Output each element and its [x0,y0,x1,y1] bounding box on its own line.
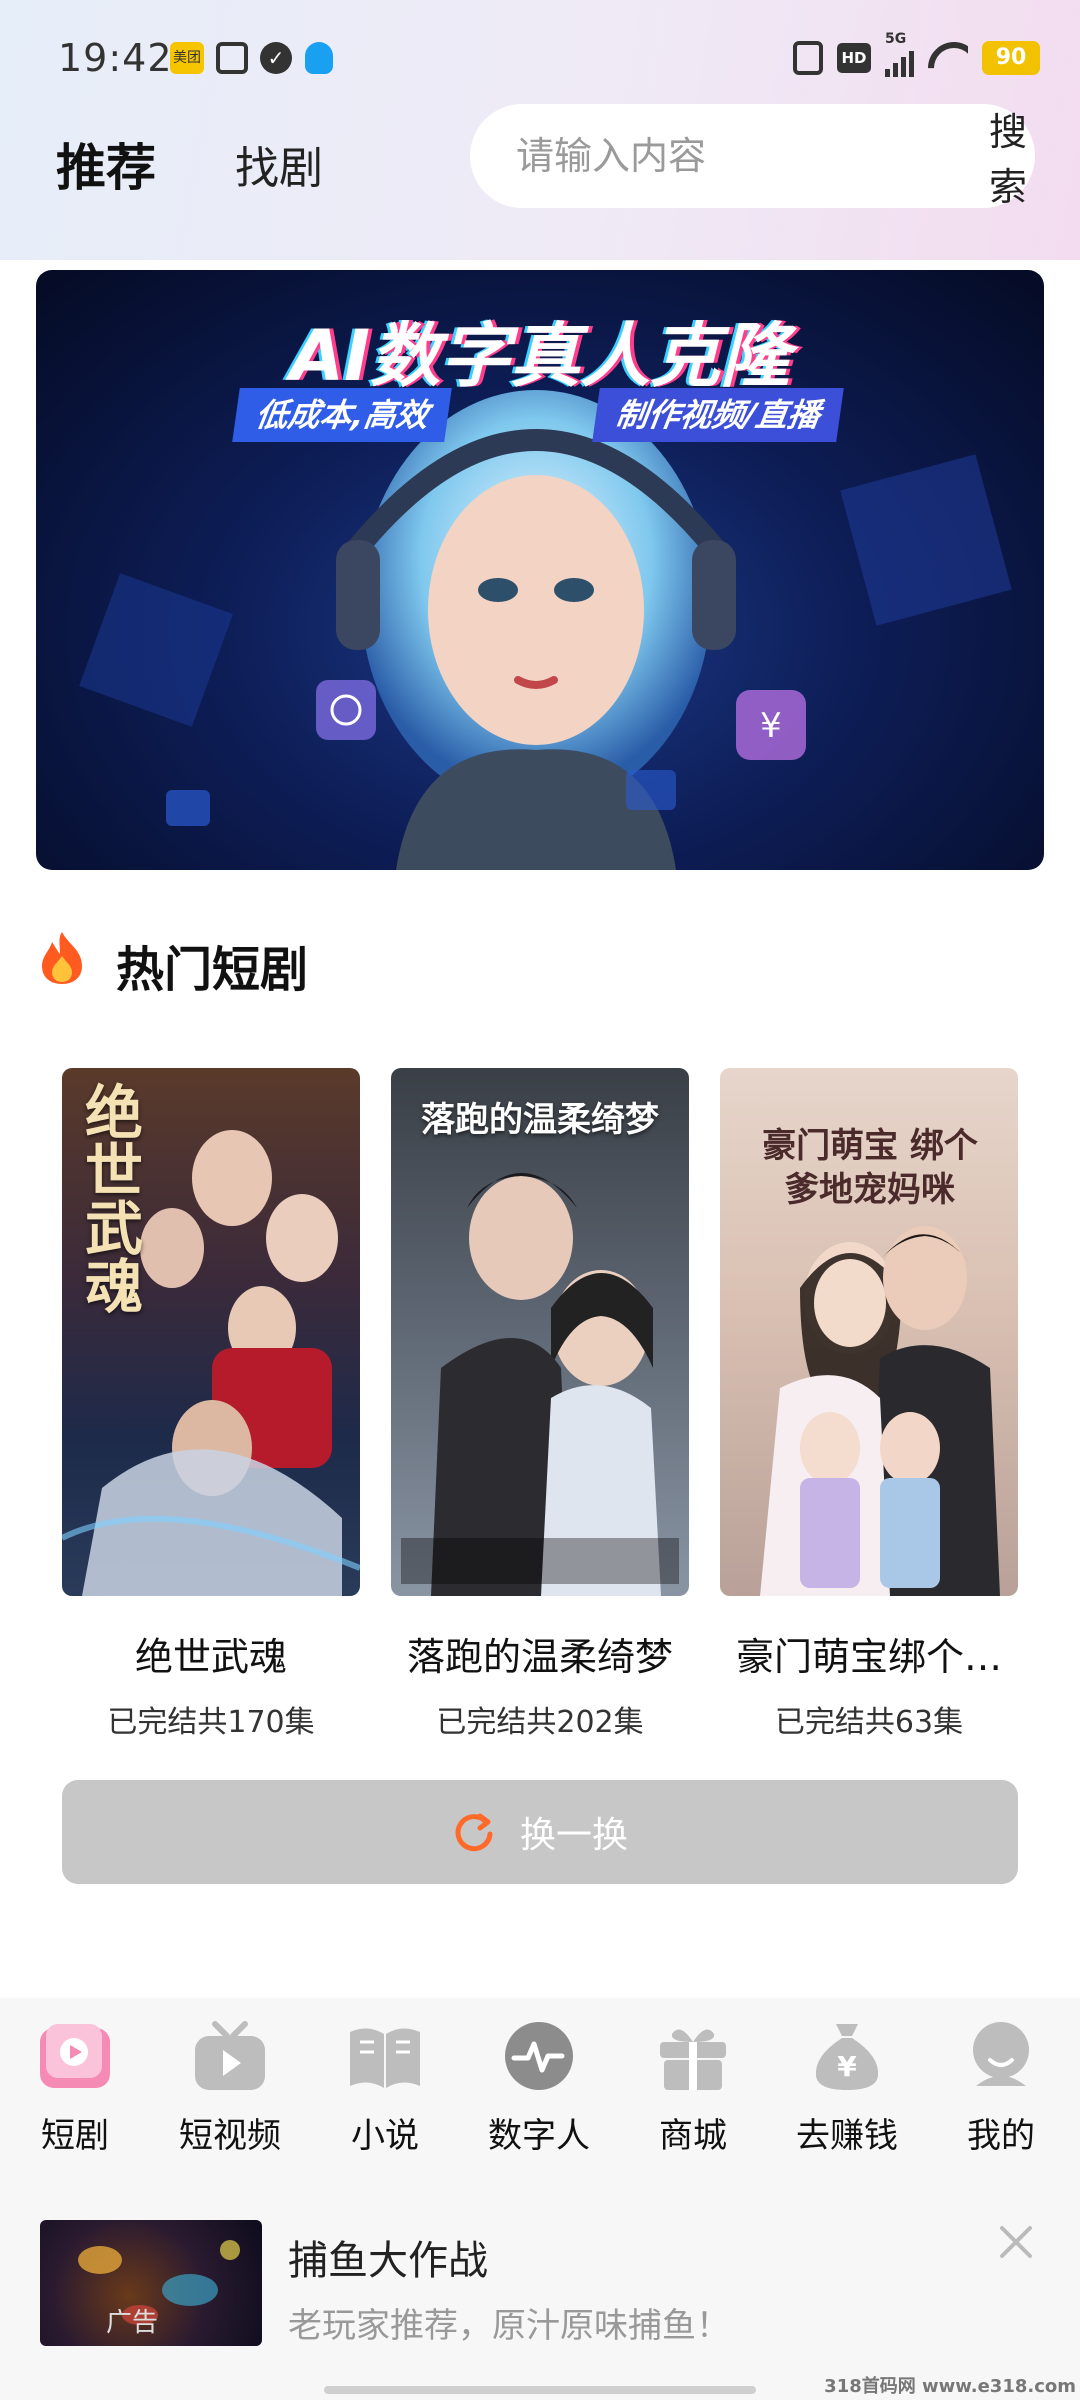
bottom-nav: 短剧 短视频 小说 数字人 商城 ¥ 去赚钱 我的 [0,2020,1080,2156]
check-notification-icon: ✓ [260,42,292,74]
refresh-button[interactable]: 换一换 [62,1780,1018,1884]
search-button[interactable]: 搜索 [989,101,1027,211]
svg-text:¥: ¥ [837,2050,857,2083]
nav-item-mall[interactable]: 商城 [618,2020,768,2157]
status-time: 19:42 [58,36,173,80]
banner-tag-right: 制作视频/直播 [592,388,844,442]
nav-label: 小说 [351,2116,419,2156]
refresh-icon [455,1813,493,1852]
nav-item-digital-human[interactable]: 数字人 [464,2020,614,2157]
poster-title: 落跑的温柔绮梦 [421,1100,659,1140]
close-icon[interactable] [996,2222,1036,2262]
section-title: 热门短剧 [116,942,309,998]
nav-label: 短视频 [179,2116,281,2156]
wifi-icon [928,42,968,74]
drama-card[interactable]: 绝世武魂 绝世武魂 已完结共170集 [62,1068,360,1741]
tv-play-icon [195,2021,265,2090]
book-icon [350,2028,420,2088]
search-input[interactable] [516,134,989,178]
ad-banner[interactable]: 广告 捕鱼大作战 老玩家推荐，原汁原味捕鱼！ [0,2200,1080,2400]
money-bag-icon: ¥ [815,2024,879,2090]
ad-description: 老玩家推荐，原汁原味捕鱼！ [288,2306,730,2346]
short-drama-icon [40,2024,110,2088]
calendar-notification-icon [216,42,248,74]
home-indicator[interactable] [324,2386,756,2394]
status-right-group: HD 5G 90 [793,31,1040,78]
nav-label: 短剧 [41,2116,109,2156]
drama-episodes: 已完结共170集 [107,1705,315,1740]
hd-icon: HD [837,43,871,73]
drama-poster[interactable]: 豪门萌宝 绑个爹地宠妈咪 [720,1068,1018,1596]
refresh-label: 换一换 [519,1815,628,1856]
vibrate-icon [793,41,823,75]
drama-episodes: 已完结共202集 [436,1705,644,1740]
nav-label: 我的 [967,2116,1035,2156]
drama-title: 豪门萌宝绑个… [735,1635,1002,1679]
signal-icon: 5G [885,31,914,77]
pulse-icon [505,2022,573,2090]
ad-title: 捕鱼大作战 [288,2238,488,2284]
banner-tag-left: 低成本,高效 [232,388,452,442]
battery-icon: 90 [982,41,1040,75]
nav-label: 数字人 [488,2116,590,2156]
nav-item-mine[interactable]: 我的 [926,2020,1076,2157]
qq-notification-icon [305,42,333,74]
fire-icon [42,932,82,984]
nav-item-short-video[interactable]: 短视频 [155,2020,305,2157]
nav-item-novel[interactable]: 小说 [310,2020,460,2157]
drama-title: 落跑的温柔绮梦 [406,1635,673,1679]
drama-poster[interactable]: 绝世武魂 [62,1068,360,1596]
status-bar: 19:42 美团 ✓ HD 5G 90 [0,0,1080,120]
drama-title: 绝世武魂 [134,1635,287,1679]
tab-recommend[interactable]: 推荐 [56,128,156,200]
search-bar: 搜索 [470,101,1035,211]
drama-poster[interactable]: 落跑的温柔绮梦 [391,1068,689,1596]
network-type: 5G [885,31,907,47]
drama-card[interactable]: 豪门萌宝 绑个爹地宠妈咪 豪门萌宝绑个… 已完结共63集 [720,1068,1018,1741]
watermark: 318首码网 www.e318.com [824,2376,1076,2397]
drama-card[interactable]: 落跑的温柔绮梦 落跑的温柔绮梦 已完结共202集 [391,1068,689,1741]
tab-find-drama[interactable]: 找剧 [235,132,323,196]
drama-episodes: 已完结共63集 [774,1705,964,1740]
gift-icon [660,2029,726,2090]
nav-item-short-drama[interactable]: 短剧 [0,2020,150,2157]
ad-label: 广告 [106,2308,159,2338]
user-icon [973,2022,1029,2086]
ad-thumbnail[interactable]: 广告 [40,2220,262,2346]
svg-text:¥: ¥ [760,706,782,746]
meituan-notification-icon: 美团 [170,42,204,74]
banner-title: AI数字真人克隆 [289,315,791,397]
nav-item-earn-money[interactable]: ¥ 去赚钱 [772,2020,922,2157]
nav-label: 去赚钱 [796,2116,898,2156]
poster-title: 豪门萌宝 绑个爹地宠妈咪 [762,1126,978,1210]
nav-label: 商城 [659,2116,727,2156]
promo-banner[interactable]: ¥ AI数字真人克隆 低成本,高效 制作视频/直播 [36,270,1044,870]
poster-title: 绝世武魂 [75,1082,143,1314]
